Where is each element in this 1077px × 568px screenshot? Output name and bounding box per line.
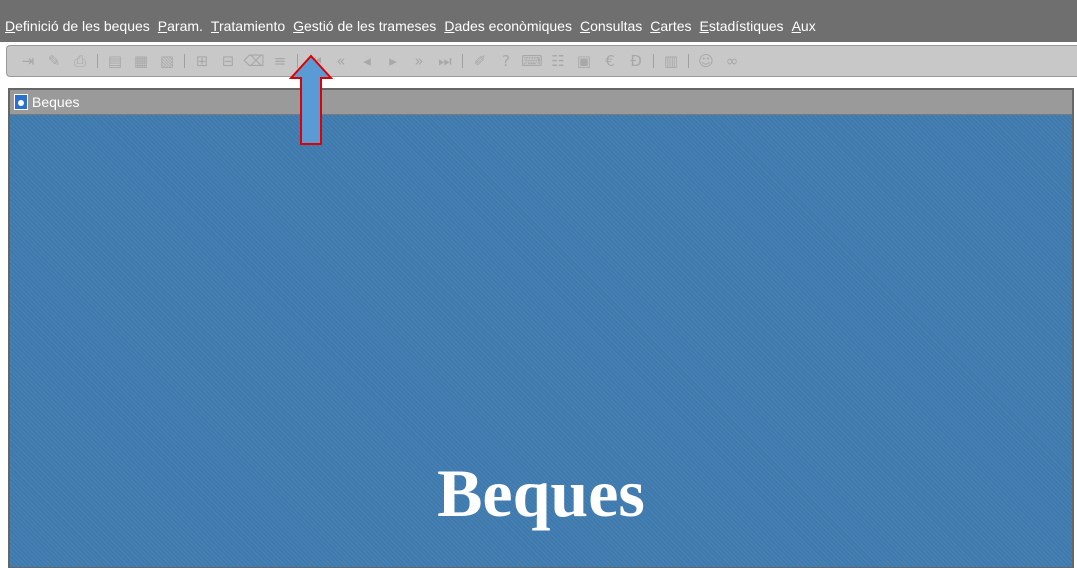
edit-icon[interactable]: ✐: [469, 51, 491, 71]
menu-label: estió de les trameses: [304, 18, 437, 34]
menu-cartes[interactable]: Cartes: [650, 17, 691, 35]
print-icon[interactable]: ⎙: [69, 51, 91, 71]
menu-mnemonic: C: [579, 18, 591, 34]
save-icon[interactable]: ✎: [43, 51, 65, 71]
link-icon[interactable]: ∞: [721, 51, 743, 71]
menu-label: stadístiques: [708, 18, 784, 34]
menu-mnemonic: D: [444, 18, 455, 34]
menu-tratamiento[interactable]: Tratamiento: [211, 17, 285, 35]
menu-label: artes: [660, 18, 692, 34]
clear-record-icon[interactable]: ⌫: [243, 51, 265, 71]
form-window-icon: [14, 94, 28, 110]
menu-mnemonic: D: [5, 18, 16, 34]
menu-label: onsultas: [590, 18, 643, 34]
delete-record-icon[interactable]: ⊟: [217, 51, 239, 71]
next-block-icon[interactable]: »: [408, 51, 430, 71]
exit-icon[interactable]: ⇥: [17, 51, 39, 71]
keys-help-icon[interactable]: ⌨: [521, 51, 543, 71]
toolbar-separator: [462, 54, 463, 68]
page-heading: Beques: [437, 455, 645, 531]
next-record-icon[interactable]: ▸: [382, 51, 404, 71]
arrow-shape: [289, 54, 333, 145]
window-title: Beques: [32, 94, 80, 110]
translate-icon[interactable]: Ɖ: [625, 51, 647, 71]
previous-block-icon[interactable]: «: [330, 51, 352, 71]
user-icon[interactable]: ☺: [695, 51, 717, 71]
menu-label: aram.: [167, 18, 203, 34]
menu-label: ux: [800, 18, 816, 34]
query-enter-icon[interactable]: ▦: [130, 51, 152, 71]
window-canvas: Beques: [10, 115, 1072, 567]
window-title-bar[interactable]: Beques: [10, 90, 1072, 115]
up-arrow-annotation: [289, 54, 333, 145]
menu-estadistiques[interactable]: Estadístiques: [700, 17, 784, 35]
menu-label: ades econòmiques: [454, 18, 572, 34]
toolbar-separator: [97, 54, 98, 68]
list-values-icon[interactable]: ☷: [547, 51, 569, 71]
menu-gestio-trameses[interactable]: Gestió de les trameses: [293, 17, 436, 35]
insert-record-icon[interactable]: ⊞: [191, 51, 213, 71]
menu-mnemonic: T: [210, 18, 219, 34]
menu-consultas[interactable]: Consultas: [580, 17, 642, 35]
toolbar-separator: [184, 54, 185, 68]
menu-mnemonic: P: [157, 18, 168, 34]
notes-icon[interactable]: ▥: [660, 51, 682, 71]
menu-mnemonic: A: [791, 18, 801, 34]
toolbar: ⇥✎⎙▤▦▧⊞⊟⌫≡⏮«◂▸»⏭✐?⌨☷▣€Ɖ▥☺∞: [6, 45, 1077, 77]
menu-mnemonic: E: [699, 18, 709, 34]
menu-mnemonic: C: [650, 18, 661, 34]
toolbar-separator: [653, 54, 654, 68]
menu-aux[interactable]: Aux: [792, 17, 816, 35]
euro-icon[interactable]: €: [599, 51, 621, 71]
help-icon[interactable]: ?: [495, 51, 517, 71]
query-icon[interactable]: ▤: [104, 51, 126, 71]
menu-label: ratamiento: [218, 18, 286, 34]
clear-block-icon[interactable]: ≡: [269, 51, 291, 71]
menu-dades-economiques[interactable]: Dades econòmiques: [444, 17, 572, 35]
menu-label: efinició de les beques: [15, 18, 150, 34]
toolbar-separator: [688, 54, 689, 68]
menu-bar: Definició de les beques Param. Tratamien…: [0, 0, 1077, 42]
app-screen: Definició de les beques Param. Tratamien…: [0, 0, 1077, 568]
menu-definicio-beques[interactable]: Definició de les beques: [5, 17, 150, 35]
calendar-icon[interactable]: ▣: [573, 51, 595, 71]
menu-mnemonic: G: [293, 18, 305, 34]
previous-record-icon[interactable]: ◂: [356, 51, 378, 71]
query-execute-icon[interactable]: ▧: [156, 51, 178, 71]
beques-window: Beques Beques: [8, 88, 1074, 568]
menu-param[interactable]: Param.: [158, 17, 203, 35]
last-record-icon[interactable]: ⏭: [434, 51, 456, 71]
